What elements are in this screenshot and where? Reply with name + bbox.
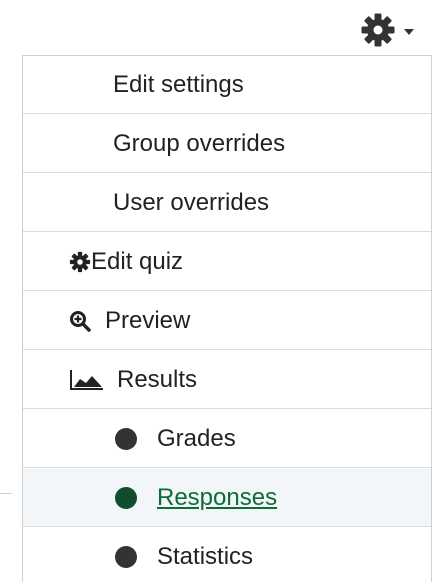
menu-item-statistics[interactable]: Statistics bbox=[23, 528, 431, 582]
bullet-dot-icon bbox=[115, 546, 137, 568]
menu-item-preview[interactable]: Preview bbox=[23, 292, 431, 350]
divider bbox=[0, 493, 12, 494]
menu-item-user-overrides[interactable]: User overrides bbox=[23, 174, 431, 232]
menu-item-results[interactable]: Results bbox=[23, 351, 431, 409]
quiz-admin-menu-screen: Edit settings Group overrides User overr… bbox=[0, 0, 437, 582]
settings-menu-trigger[interactable] bbox=[360, 12, 414, 48]
menu-item-label: Edit quiz bbox=[91, 247, 184, 275]
bullet-dot-icon bbox=[115, 427, 137, 450]
area-chart-icon bbox=[69, 369, 105, 391]
dropdown-menu: Edit settings Group overrides User overr… bbox=[22, 55, 432, 582]
gear-icon bbox=[361, 13, 395, 47]
zoom-in-icon bbox=[69, 310, 91, 332]
menu-item-edit-quiz[interactable]: Edit quiz bbox=[23, 233, 431, 291]
menu-item-label[interactable]: Responses bbox=[157, 484, 277, 512]
menu-item-label: Group overrides bbox=[113, 129, 286, 157]
menu-item-label: User overrides bbox=[113, 188, 270, 216]
menu-item-grades[interactable]: Grades bbox=[23, 410, 431, 468]
menu-item-label: Preview bbox=[105, 306, 191, 334]
bullet-dot-icon bbox=[115, 486, 137, 509]
menu-item-label: Edit settings bbox=[113, 70, 244, 98]
caret-down-icon bbox=[404, 29, 414, 35]
menu-item-responses[interactable]: Responses bbox=[23, 469, 431, 527]
gear-icon bbox=[69, 251, 91, 273]
menu-item-label: Statistics bbox=[157, 543, 254, 570]
menu-item-label: Results bbox=[117, 365, 198, 393]
menu-item-label: Grades bbox=[157, 424, 236, 452]
menu-item-group-overrides[interactable]: Group overrides bbox=[23, 115, 431, 173]
menu-item-edit-settings[interactable]: Edit settings bbox=[23, 56, 431, 114]
